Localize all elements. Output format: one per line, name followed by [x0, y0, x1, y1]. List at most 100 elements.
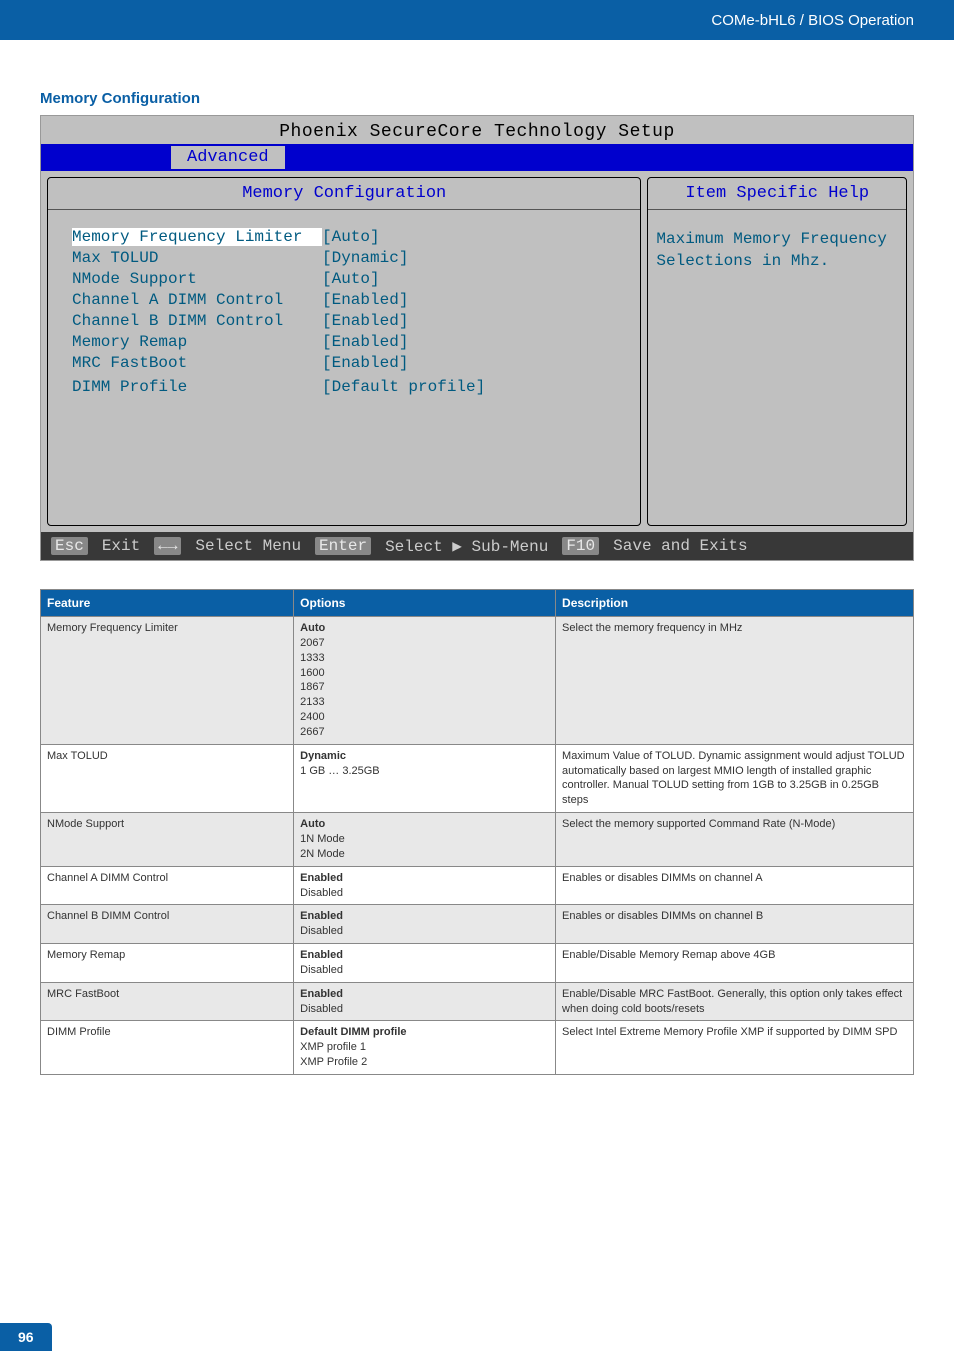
option-value: XMP profile 1: [300, 1040, 549, 1055]
breadcrumb: COMe-bHL6 / BIOS Operation: [711, 12, 914, 29]
bios-setting-value: [Auto]: [322, 270, 380, 288]
th-description: Description: [556, 590, 914, 617]
cell-feature: NMode Support: [41, 813, 294, 867]
bios-setting-value: [Auto]: [322, 228, 380, 246]
option-value: 1 GB … 3.25GB: [300, 764, 549, 779]
bios-footer: Esc Exit ←→ Select Menu Enter Select ▶ S…: [41, 532, 913, 560]
table-row: Memory RemapEnabledDisabledEnable/Disabl…: [41, 944, 914, 983]
action-save: Save and Exits: [613, 537, 747, 555]
cell-description: Enables or disables DIMMs on channel B: [556, 905, 914, 944]
bios-setting-value: [Default profile]: [322, 378, 485, 396]
cell-feature: Memory Frequency Limiter: [41, 617, 294, 745]
bios-setting-value: [Enabled]: [322, 333, 408, 351]
bios-setting-row[interactable]: Max TOLUD[Dynamic]: [72, 249, 634, 267]
option-value: Enabled: [300, 948, 549, 963]
feature-table: Feature Options Description Memory Frequ…: [40, 589, 914, 1075]
table-row: Memory Frequency LimiterAuto206713331600…: [41, 617, 914, 745]
option-value: Enabled: [300, 909, 549, 924]
bios-setting-label: NMode Support: [72, 270, 322, 288]
th-options: Options: [294, 590, 556, 617]
bios-menubar: Advanced: [41, 144, 913, 171]
bios-right-title: Item Specific Help: [648, 178, 906, 210]
option-value: Auto: [300, 817, 549, 832]
bios-setting-label: Channel B DIMM Control: [72, 312, 322, 330]
option-value: 1867: [300, 680, 549, 695]
cell-options: EnabledDisabled: [294, 982, 556, 1021]
cell-options: Dynamic1 GB … 3.25GB: [294, 744, 556, 812]
option-value: 2667: [300, 725, 549, 740]
option-value: Enabled: [300, 987, 549, 1002]
bios-setting-label: Memory Frequency Limiter: [72, 228, 322, 246]
bios-tab-advanced[interactable]: Advanced: [171, 146, 285, 169]
option-value: Default DIMM profile: [300, 1025, 549, 1040]
cell-description: Enables or disables DIMMs on channel A: [556, 866, 914, 905]
action-select-menu: Select Menu: [195, 537, 301, 555]
bios-help-text: Maximum Memory Frequency Selections in M…: [648, 210, 906, 291]
option-value: Disabled: [300, 924, 549, 939]
option-value: XMP Profile 2: [300, 1055, 549, 1070]
key-enter[interactable]: Enter: [315, 537, 371, 555]
option-value: 2067: [300, 636, 549, 651]
table-row: MRC FastBootEnabledDisabledEnable/Disabl…: [41, 982, 914, 1021]
bios-setting-label: Channel A DIMM Control: [72, 291, 322, 309]
cell-description: Select the memory frequency in MHz: [556, 617, 914, 745]
bios-setting-row[interactable]: Memory Remap[Enabled]: [72, 333, 634, 351]
cell-description: Enable/Disable MRC FastBoot. Generally, …: [556, 982, 914, 1021]
option-value: Disabled: [300, 886, 549, 901]
bios-setting-row[interactable]: Memory Frequency Limiter[Auto]: [72, 228, 634, 246]
option-value: 1600: [300, 666, 549, 681]
option-value: 1333: [300, 651, 549, 666]
bios-setting-row[interactable]: Channel B DIMM Control[Enabled]: [72, 312, 634, 330]
bios-setting-value: [Dynamic]: [322, 249, 408, 267]
cell-options: Auto2067133316001867213324002667: [294, 617, 556, 745]
key-arrows[interactable]: ←→: [154, 537, 181, 555]
bios-setting-row[interactable]: NMode Support[Auto]: [72, 270, 634, 288]
th-feature: Feature: [41, 590, 294, 617]
option-value: 2400: [300, 710, 549, 725]
table-row: NMode SupportAuto1N Mode2N ModeSelect th…: [41, 813, 914, 867]
bios-setting-value: [Enabled]: [322, 291, 408, 309]
bios-setting-label: MRC FastBoot: [72, 354, 322, 372]
bios-setting-label: Max TOLUD: [72, 249, 322, 267]
bios-help-pane: Item Specific Help Maximum Memory Freque…: [647, 177, 907, 526]
table-row: Max TOLUDDynamic1 GB … 3.25GBMaximum Val…: [41, 744, 914, 812]
cell-feature: Memory Remap: [41, 944, 294, 983]
cell-feature: MRC FastBoot: [41, 982, 294, 1021]
table-row: DIMM ProfileDefault DIMM profileXMP prof…: [41, 1021, 914, 1075]
section-title: Memory Configuration: [40, 90, 914, 107]
cell-description: Select Intel Extreme Memory Profile XMP …: [556, 1021, 914, 1075]
table-row: Channel B DIMM Control EnabledDisabled Ena…: [41, 905, 914, 944]
cell-options: EnabledDisabled: [294, 944, 556, 983]
doc-header: COMe-bHL6 / BIOS Operation: [0, 0, 954, 40]
key-esc[interactable]: Esc: [51, 537, 88, 555]
option-value: Disabled: [300, 963, 549, 978]
cell-description: Select the memory supported Command Rate…: [556, 813, 914, 867]
bios-setting-row[interactable]: Channel A DIMM Control[Enabled]: [72, 291, 634, 309]
cell-feature: Channel A DIMM Control: [41, 866, 294, 905]
cell-description: Maximum Value of TOLUD. Dynamic assignme…: [556, 744, 914, 812]
cell-options: Default DIMM profileXMP profile 1XMP Pro…: [294, 1021, 556, 1075]
bios-setting-row[interactable]: DIMM Profile[Default profile]: [72, 378, 634, 396]
cell-options: EnabledDisabled: [294, 866, 556, 905]
cell-description: Enable/Disable Memory Remap above 4GB: [556, 944, 914, 983]
bios-title: Phoenix SecureCore Technology Setup: [41, 116, 913, 144]
option-value: 2133: [300, 695, 549, 710]
option-value: Disabled: [300, 1002, 549, 1017]
bios-setting-row[interactable]: MRC FastBoot[Enabled]: [72, 354, 634, 372]
page-content: Memory Configuration Phoenix SecureCore …: [0, 40, 954, 1075]
bios-setting-label: Memory Remap: [72, 333, 322, 351]
page-number: 96: [0, 1323, 52, 1351]
bios-settings-list: Memory Frequency Limiter[Auto]Max TOLUD[…: [48, 210, 640, 405]
bios-left-pane: Memory Configuration Memory Frequency Li…: [47, 177, 641, 526]
option-value: Dynamic: [300, 749, 549, 764]
bios-left-title: Memory Configuration: [48, 178, 640, 210]
cell-feature: Channel B DIMM Control: [41, 905, 294, 944]
cell-feature: DIMM Profile: [41, 1021, 294, 1075]
bios-setting-value: [Enabled]: [322, 312, 408, 330]
key-f10[interactable]: F10: [562, 537, 599, 555]
cell-feature: Max TOLUD: [41, 744, 294, 812]
option-value: Auto: [300, 621, 549, 636]
cell-options: Auto1N Mode2N Mode: [294, 813, 556, 867]
option-value: Enabled: [300, 871, 549, 886]
bios-setting-value: [Enabled]: [322, 354, 408, 372]
